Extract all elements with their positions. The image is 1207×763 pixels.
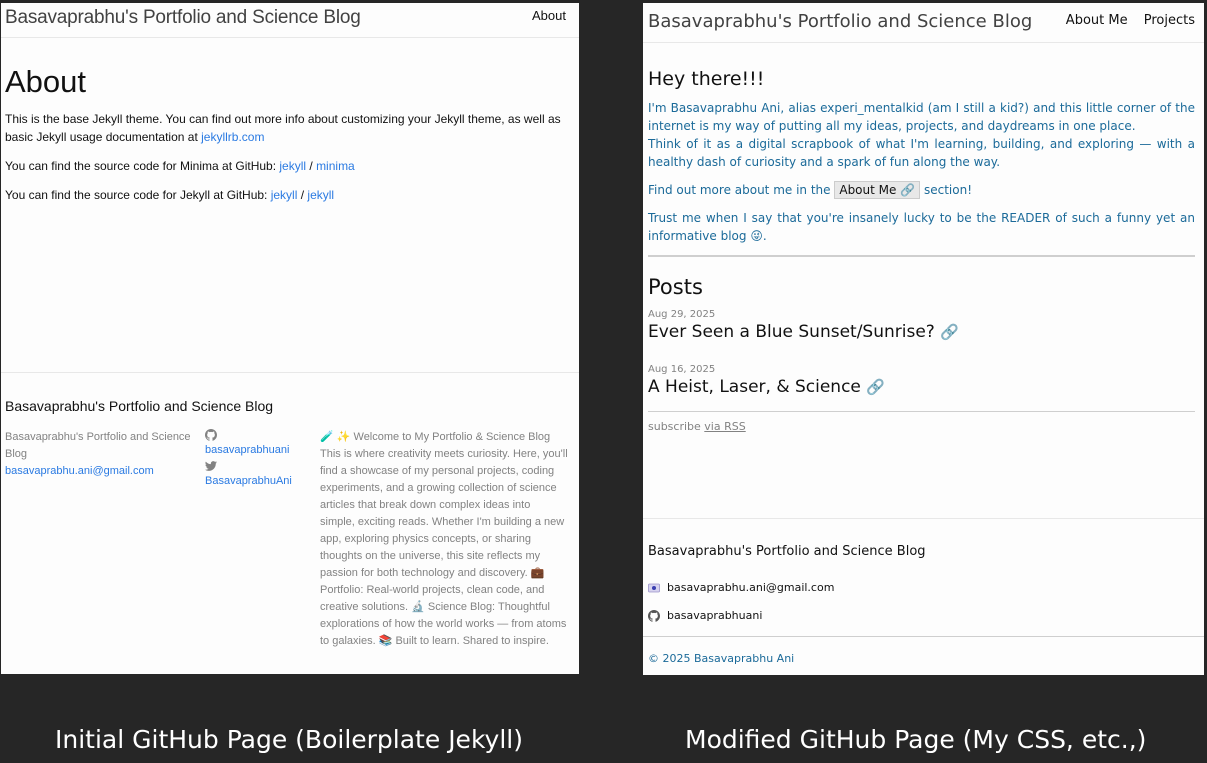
minima-github-link[interactable]: minima bbox=[316, 159, 355, 173]
jekyll-github-link[interactable]: jekyll bbox=[279, 159, 306, 173]
trust-paragraph: Trust me when I say that you're insanely… bbox=[648, 211, 1195, 243]
posts-heading: Posts bbox=[648, 275, 703, 299]
section-divider bbox=[648, 255, 1195, 257]
site-title-link[interactable]: Basavaprabhu's Portfolio and Science Blo… bbox=[648, 11, 1032, 32]
site-header: Basavaprabhu's Portfolio and Science Blo… bbox=[1, 3, 579, 38]
post-title-link[interactable]: A Heist, Laser, & Science 🔗 bbox=[648, 377, 1195, 397]
footer-description: 🧪 ✨ Welcome to My Portfolio & Science Bl… bbox=[320, 431, 568, 647]
caption-initial: Initial GitHub Page (Boilerplate Jekyll) bbox=[55, 725, 523, 754]
about-paragraph-1: This is the base Jekyll theme. You can f… bbox=[5, 112, 561, 144]
page-title: About bbox=[5, 64, 87, 99]
post-date: Aug 29, 2025 bbox=[648, 309, 716, 320]
site-footer: Basavaprabhu's Portfolio and Science Blo… bbox=[1, 372, 579, 674]
rss-subscribe: subscribe via RSS bbox=[648, 420, 746, 433]
about-paragraph-3: You can find the source code for Jekyll … bbox=[5, 188, 335, 202]
footer-contact-column: Basavaprabhu's Portfolio and Science Blo… bbox=[5, 429, 195, 480]
github-icon bbox=[648, 609, 661, 622]
caption-modified: Modified GitHub Page (My CSS, etc.,) bbox=[685, 725, 1147, 754]
intro-paragraph-1: I'm Basavaprabhu Ani, alias experi_menta… bbox=[648, 101, 1195, 133]
rss-divider bbox=[648, 411, 1195, 412]
footer-site-name: Basavaprabhu's Portfolio and Science Blo… bbox=[5, 431, 191, 460]
github-icon bbox=[205, 429, 217, 441]
twitter-icon bbox=[205, 460, 217, 472]
post-list: Aug 29, 2025 Ever Seen a Blue Sunset/Sun… bbox=[648, 309, 1195, 397]
nav-about-me-link[interactable]: About Me bbox=[1066, 13, 1128, 28]
page-content: About This is the base Jekyll theme. You… bbox=[1, 38, 579, 204]
footer-social-column: basavaprabhuani BasavaprabhuAni bbox=[205, 429, 305, 491]
rss-link[interactable]: via RSS bbox=[704, 420, 745, 433]
footer-github-row: basavaprabhuani bbox=[648, 609, 762, 622]
about-me-button[interactable]: About Me 🔗 bbox=[834, 181, 921, 199]
footer-heading: Basavaprabhu's Portfolio and Science Blo… bbox=[648, 544, 926, 559]
footer-heading: Basavaprabhu's Portfolio and Science Blo… bbox=[5, 398, 274, 414]
nav-projects-link[interactable]: Projects bbox=[1144, 13, 1195, 28]
site-footer: Basavaprabhu's Portfolio and Science Blo… bbox=[643, 518, 1204, 675]
greeting-heading: Hey there!!! bbox=[648, 68, 765, 90]
footer-github-link[interactable]: basavaprabhuani bbox=[205, 441, 305, 460]
footer-github-link[interactable]: basavaprabhuani bbox=[667, 609, 762, 622]
modified-page-screenshot: Basavaprabhu's Portfolio and Science Blo… bbox=[643, 3, 1204, 675]
site-title-link[interactable]: Basavaprabhu's Portfolio and Science Blo… bbox=[5, 7, 361, 29]
email-icon bbox=[648, 582, 660, 594]
intro-paragraph-2: Think of it as a digital scrapbook of wh… bbox=[648, 137, 1195, 169]
link-icon: 🔗 bbox=[940, 323, 959, 341]
jekyllrb-link[interactable]: jekyllrb.com bbox=[201, 130, 264, 144]
post-item: Aug 16, 2025 A Heist, Laser, & Science 🔗 bbox=[648, 364, 1195, 397]
find-more-paragraph: Find out more about me in the About Me 🔗… bbox=[648, 181, 972, 199]
initial-page-screenshot: Basavaprabhu's Portfolio and Science Blo… bbox=[1, 3, 579, 674]
post-item: Aug 29, 2025 Ever Seen a Blue Sunset/Sun… bbox=[648, 309, 1195, 342]
about-paragraph-2: You can find the source code for Minima … bbox=[5, 159, 355, 173]
copyright: © 2025 Basavaprabhu Ani bbox=[648, 652, 795, 665]
site-header: Basavaprabhu's Portfolio and Science Blo… bbox=[643, 3, 1204, 43]
footer-email-row: basavaprabhu.ani@gmail.com bbox=[648, 581, 834, 594]
link-icon: 🔗 bbox=[866, 378, 885, 396]
jekyll-org-link[interactable]: jekyll bbox=[271, 188, 298, 202]
footer-twitter-link[interactable]: BasavaprabhuAni bbox=[205, 472, 305, 491]
footer-divider bbox=[643, 636, 1204, 637]
page-content: Hey there!!! I'm Basavaprabhu Ani, alias… bbox=[643, 43, 1204, 433]
jekyll-repo-link[interactable]: jekyll bbox=[307, 188, 334, 202]
site-nav: About Me Projects bbox=[1054, 13, 1195, 28]
post-date: Aug 16, 2025 bbox=[648, 364, 716, 375]
post-title-link[interactable]: Ever Seen a Blue Sunset/Sunrise? 🔗 bbox=[648, 322, 1195, 342]
nav-about-link[interactable]: About bbox=[532, 8, 566, 23]
footer-email-link[interactable]: basavaprabhu.ani@gmail.com bbox=[5, 465, 154, 477]
footer-email[interactable]: basavaprabhu.ani@gmail.com bbox=[667, 581, 834, 594]
